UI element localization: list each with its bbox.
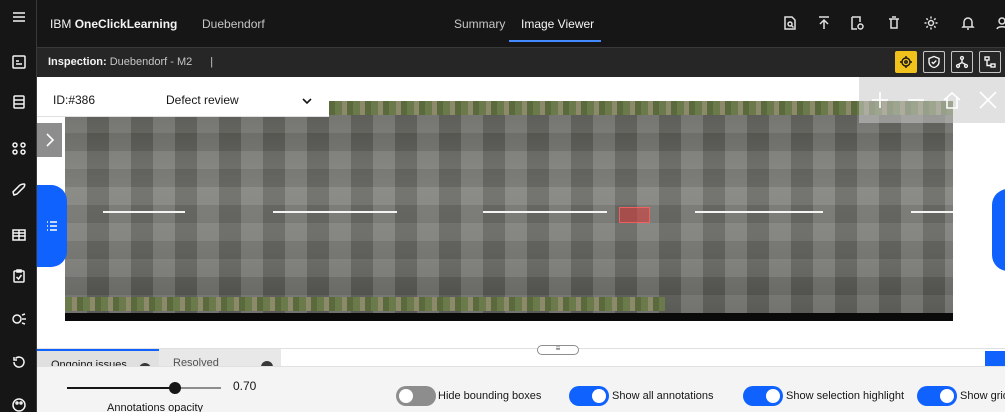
defect-annotation[interactable]	[619, 207, 650, 223]
review-mode: Defect review	[166, 93, 239, 107]
hide-bounding-boxes-toggle[interactable]	[396, 386, 436, 406]
inspection-separator: |	[210, 56, 214, 68]
shield-check-icon[interactable]	[923, 51, 945, 73]
zoom-controls	[859, 77, 1005, 123]
list-panel-button[interactable]	[37, 185, 67, 267]
list-icon[interactable]	[0, 85, 37, 119]
left-rail	[0, 0, 37, 412]
bottom-tabs: Ongoing issues Resolved ≡	[37, 345, 1005, 367]
opacity-slider-handle[interactable]	[168, 382, 181, 394]
defect-selector[interactable]: ID:#386 Defect review	[37, 77, 329, 117]
zoom-in-icon[interactable]	[865, 85, 895, 115]
palette-icon[interactable]	[0, 388, 37, 412]
show-selection-highlight-toggle[interactable]	[743, 386, 783, 406]
home-icon[interactable]	[937, 85, 967, 115]
tab-image-viewer[interactable]: Image Viewer	[521, 17, 594, 31]
table-icon[interactable]	[0, 218, 37, 252]
panel-resize-handle[interactable]: ≡	[537, 345, 579, 355]
image-viewer[interactable]: ID:#386 Defect review	[37, 77, 1005, 348]
trash-icon[interactable]	[881, 10, 907, 36]
history-icon[interactable]	[0, 345, 37, 379]
clipboard-check-icon[interactable]	[0, 259, 37, 293]
opacity-slider-fill	[67, 387, 175, 389]
rocket-icon[interactable]	[0, 173, 37, 207]
chevron-down-icon[interactable]	[301, 94, 313, 106]
brand-name: OneClickLearning	[74, 17, 178, 31]
numbers-icon[interactable]	[0, 131, 37, 165]
site-name: Duebendorf	[202, 17, 265, 31]
annotation-controls: 0.70 Annotations opacity Hide bounding b…	[37, 366, 1005, 412]
grass-bottom	[65, 297, 665, 311]
side-tab[interactable]	[985, 351, 1005, 367]
settings-icon[interactable]	[918, 10, 944, 36]
top-header: IBM OneClickLearning Duebendorf Summary …	[37, 0, 1005, 48]
inspection-value: Duebendorf - M2	[109, 56, 193, 68]
tab-resolved[interactable]: Resolved	[159, 349, 281, 367]
menu-icon[interactable]	[0, 0, 37, 34]
show-selection-highlight-label: Show selection highlight	[786, 390, 905, 402]
active-tab-indicator	[509, 40, 601, 42]
show-all-annotations-toggle[interactable]	[569, 386, 609, 406]
settings-services-icon[interactable]	[0, 302, 37, 336]
zoom-out-icon[interactable]	[901, 85, 931, 115]
lane-marking	[911, 211, 953, 213]
opacity-value: 0.70	[233, 379, 257, 393]
inspection-bar: Inspection: Duebendorf - M2 |	[37, 48, 1005, 77]
toggle-knob	[592, 389, 606, 403]
target-icon[interactable]	[895, 51, 917, 73]
lane-marking	[103, 211, 185, 213]
upload-icon[interactable]	[811, 10, 837, 36]
user-icon[interactable]	[989, 10, 1005, 36]
fit-icon[interactable]	[973, 85, 1003, 115]
image-id: ID:#386	[53, 93, 96, 107]
lane-marking	[273, 211, 397, 213]
brand[interactable]: IBM OneClickLearning	[50, 17, 177, 31]
expand-panel-button[interactable]	[37, 123, 62, 157]
road-image[interactable]	[65, 101, 953, 321]
inspection-label: Inspection:	[48, 56, 107, 68]
lane-marking	[695, 211, 823, 213]
tab-summary[interactable]: Summary	[454, 17, 505, 31]
hierarchy-icon[interactable]	[951, 51, 973, 73]
report-search-icon[interactable]	[777, 10, 803, 36]
show-all-annotations-label: Show all annotations	[612, 390, 714, 402]
document-time-icon[interactable]	[844, 10, 870, 36]
right-panel-button[interactable]	[992, 189, 1005, 271]
tree-view-icon[interactable]	[979, 51, 1001, 73]
lane-marking	[483, 211, 607, 213]
toggle-knob	[399, 389, 413, 403]
tab-ongoing-issues[interactable]: Ongoing issues	[37, 349, 159, 367]
dashboard-icon[interactable]	[0, 45, 37, 79]
inspection-info: Inspection: Duebendorf - M2 |	[48, 56, 213, 68]
brand-prefix: IBM	[50, 17, 72, 31]
road-surface	[65, 107, 953, 313]
show-grid-label: Show grid	[960, 390, 1005, 402]
opacity-label: Annotations opacity	[107, 402, 204, 412]
notification-icon[interactable]	[955, 10, 981, 36]
toggle-knob	[940, 389, 954, 403]
hide-bounding-boxes-label: Hide bounding boxes	[438, 390, 542, 402]
show-grid-toggle[interactable]	[917, 386, 957, 406]
toggle-knob	[766, 389, 780, 403]
